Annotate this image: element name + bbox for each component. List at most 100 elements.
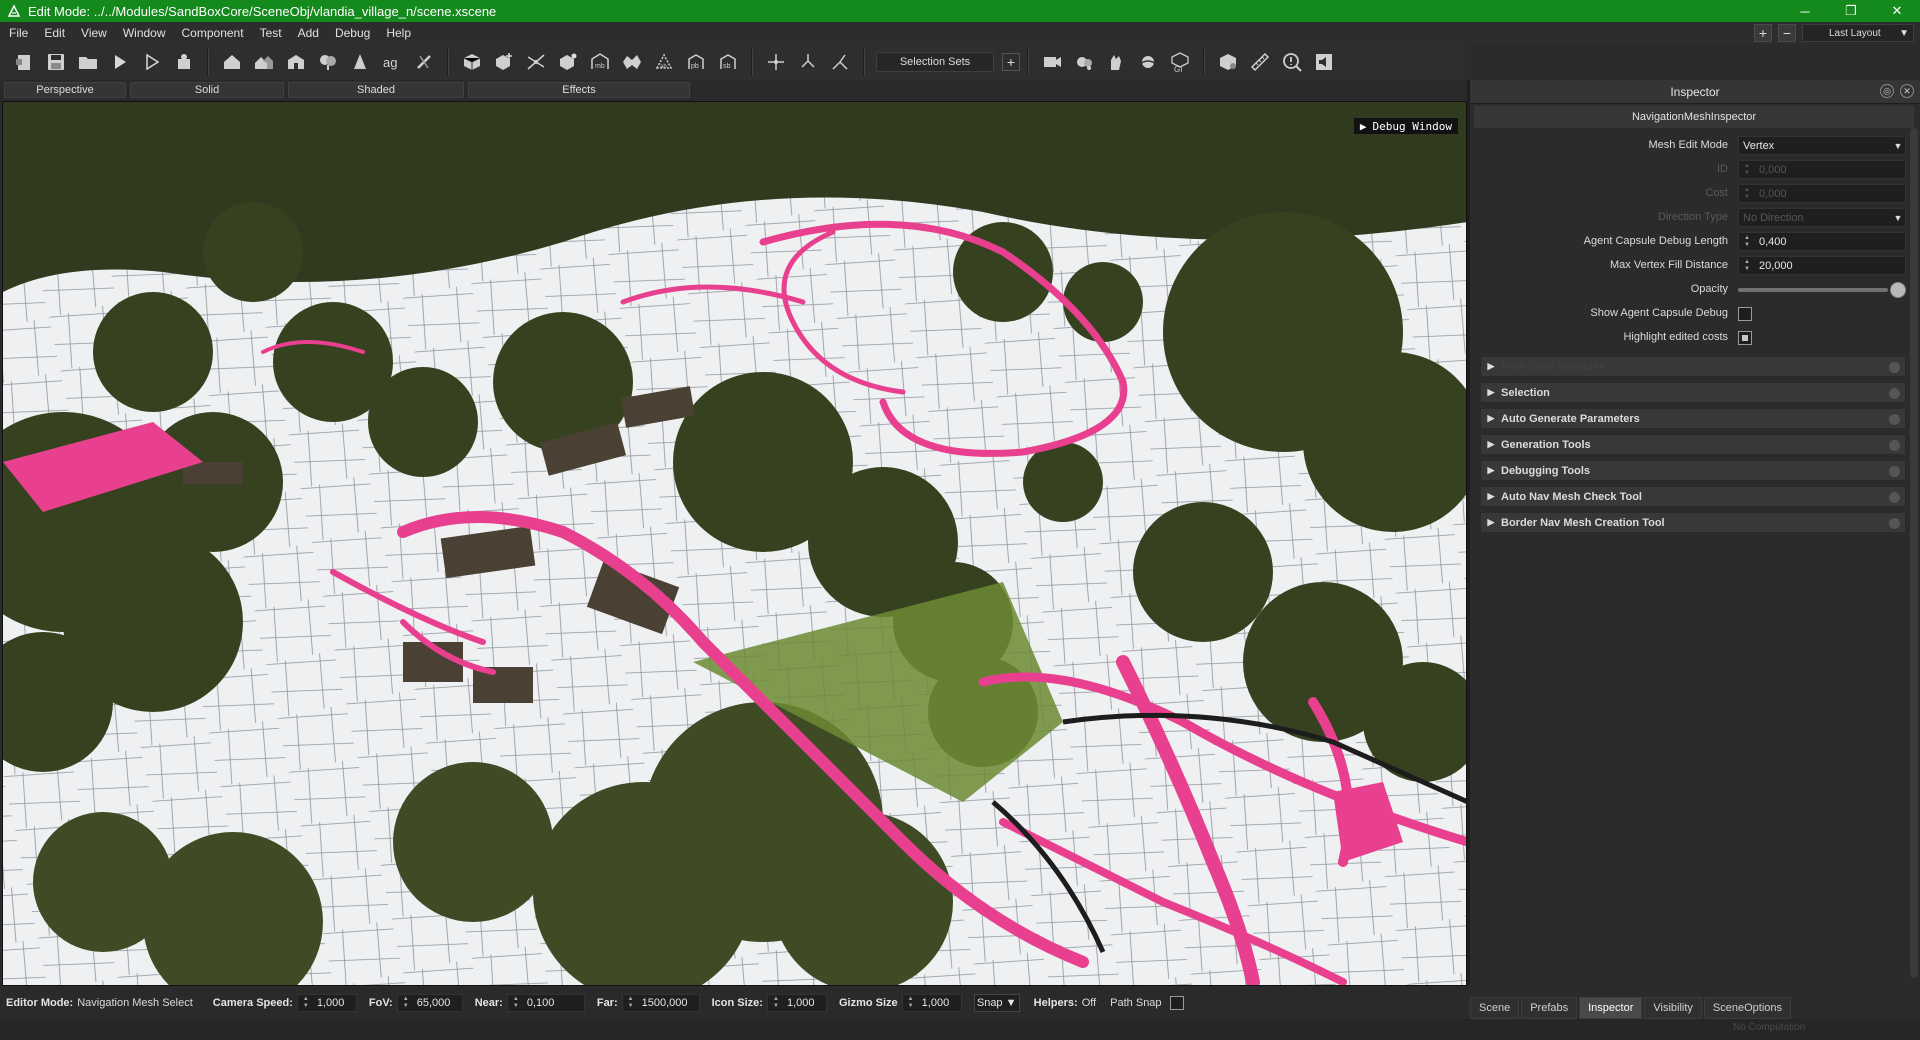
warning-search-icon[interactable] — [1276, 47, 1308, 77]
open-folder-icon[interactable] — [72, 47, 104, 77]
add-selection-set-button[interactable]: + — [1002, 53, 1020, 71]
cube-select-icon[interactable] — [552, 47, 584, 77]
house-group-icon[interactable] — [248, 47, 280, 77]
play-icon[interactable] — [104, 47, 136, 77]
highlight-edited-costs-checkbox[interactable] — [1738, 331, 1752, 345]
spinner-icon[interactable]: ▲ ▼ — [401, 996, 411, 1010]
opacity-slider[interactable] — [1738, 280, 1906, 299]
close-icon[interactable]: ✕ — [1900, 84, 1914, 98]
camera-speed-field[interactable]: ▲ ▼ 1,000 — [296, 994, 357, 1012]
remove-layout-button[interactable]: − — [1778, 24, 1796, 42]
helpers-value[interactable]: Off — [1082, 997, 1096, 1009]
cube-icon[interactable] — [456, 47, 488, 77]
spinner-icon[interactable]: ▲ ▼ — [626, 996, 636, 1010]
selection-sets-button[interactable]: Selection Sets — [876, 52, 994, 72]
terrain-icon[interactable] — [616, 47, 648, 77]
icon-size-field[interactable]: ▲ ▼ 1,000 — [766, 994, 827, 1012]
section-auto-generate-parameters[interactable]: ▶ Auto Generate Parameters — [1480, 408, 1906, 429]
sky-icon[interactable] — [1132, 47, 1164, 77]
rotate-gizmo-icon[interactable] — [792, 47, 824, 77]
menu-window[interactable]: Window — [114, 26, 173, 40]
add-layout-button[interactable]: + — [1754, 24, 1772, 42]
restore-button[interactable]: ❐ — [1828, 0, 1874, 22]
scale-gizmo-icon[interactable] — [824, 47, 856, 77]
weather-icon[interactable] — [1068, 47, 1100, 77]
rock-icon[interactable] — [344, 47, 376, 77]
new-scene-icon[interactable] — [8, 47, 40, 77]
menu-file[interactable]: File — [0, 26, 35, 40]
play-outline-icon[interactable] — [136, 47, 168, 77]
spinner-icon[interactable]: ▲ ▼ — [511, 996, 521, 1010]
spinner-icon[interactable]: ▲ ▼ — [906, 996, 916, 1010]
text-ag-icon[interactable]: ag — [376, 47, 408, 77]
section-border-nav-mesh-creation-tool[interactable]: ▶ Border Nav Mesh Creation Tool — [1480, 512, 1906, 533]
sound-icon[interactable] — [1308, 47, 1340, 77]
edge-tool-icon[interactable] — [520, 47, 552, 77]
minimize-button[interactable]: ─ — [1782, 0, 1828, 22]
mesh-icon[interactable]: mb — [584, 47, 616, 77]
max-vertex-fill-distance-field[interactable]: ▲ ▼ 20,000 — [1738, 256, 1906, 275]
menu-test[interactable]: Test — [251, 26, 289, 40]
section-selection[interactable]: ▶ Selection — [1480, 382, 1906, 403]
tab-shaded[interactable]: Shaded — [288, 82, 464, 98]
slider-handle[interactable] — [1890, 281, 1906, 298]
mesh-edit-mode-select[interactable]: Vertex ▼ — [1738, 136, 1906, 155]
menu-debug[interactable]: Debug — [326, 26, 377, 40]
section-auto-nav-mesh-check-tool[interactable]: ▶ Auto Nav Mesh Check Tool — [1480, 486, 1906, 507]
building-icon[interactable] — [280, 47, 312, 77]
scene-viewport[interactable]: ▶ Debug Window — [2, 101, 1467, 986]
hand-icon[interactable] — [1100, 47, 1132, 77]
package-icon[interactable] — [1212, 47, 1244, 77]
polygon-icon[interactable]: ab — [648, 47, 680, 77]
layout-select[interactable]: Last Layout ▼ — [1802, 24, 1914, 42]
slider-track[interactable] — [1738, 287, 1888, 292]
spinner-icon[interactable]: ▲ ▼ — [301, 996, 311, 1010]
camera-icon[interactable] — [1036, 47, 1068, 77]
tab-effects[interactable]: Effects — [468, 82, 690, 98]
simulate-icon[interactable] — [168, 47, 200, 77]
menu-help[interactable]: Help — [377, 26, 418, 40]
debug-window-toggle[interactable]: ▶ Debug Window — [1353, 118, 1458, 134]
gizmo-size-field[interactable]: ▲ ▼ 1,000 — [901, 994, 962, 1012]
spinner-icon[interactable]: ▲ ▼ — [771, 996, 781, 1010]
tab-prefabs[interactable]: Prefabs — [1521, 997, 1578, 1019]
menu-view[interactable]: View — [72, 26, 114, 40]
house-icon[interactable] — [216, 47, 248, 77]
fov-field[interactable]: ▲ ▼ 65,000 — [396, 994, 463, 1012]
settings-icon[interactable]: ◎ — [1880, 84, 1894, 98]
move-gizmo-icon[interactable] — [760, 47, 792, 77]
save-icon[interactable] — [40, 47, 72, 77]
section-generation-tools[interactable]: ▶ Generation Tools — [1480, 434, 1906, 455]
cube-add-icon[interactable] — [488, 47, 520, 77]
slice-icon[interactable]: sb — [712, 47, 744, 77]
far-field[interactable]: ▲ ▼ 1500,000 — [621, 994, 700, 1012]
agent-capsule-debug-length-field[interactable]: ▲ ▼ 0,400 — [1738, 232, 1906, 251]
tab-scene-options[interactable]: SceneOptions — [1703, 997, 1792, 1019]
tab-scene[interactable]: Scene — [1470, 997, 1520, 1019]
tab-visibility[interactable]: Visibility — [1644, 997, 1702, 1019]
close-window-button[interactable]: ✕ — [1874, 0, 1920, 22]
path-snap-checkbox[interactable] — [1169, 996, 1184, 1010]
tab-perspective[interactable]: Perspective — [4, 82, 126, 98]
section-debugging-tools[interactable]: ▶ Debugging Tools — [1480, 460, 1906, 481]
spinner-icon[interactable]: ▲ ▼ — [1741, 257, 1753, 274]
chevron-right-icon: ▶ — [1487, 465, 1495, 475]
ruler-icon[interactable] — [1244, 47, 1276, 77]
menu-component[interactable]: Component — [173, 26, 251, 40]
section-status-icon — [1889, 388, 1900, 399]
show-agent-capsule-debug-checkbox[interactable] — [1738, 307, 1752, 321]
tab-solid[interactable]: Solid — [130, 82, 284, 98]
patch-icon[interactable]: pb — [680, 47, 712, 77]
menu-edit[interactable]: Edit — [35, 26, 72, 40]
inspector-panel: Inspector ◎ ✕ NavigationMeshInspector Me… — [1470, 80, 1920, 1000]
near-field[interactable]: ▲ ▼ 0,100 — [506, 994, 585, 1012]
snap-dropdown[interactable]: Snap ▼ — [973, 994, 1020, 1012]
spinner-icon[interactable]: ▲ ▼ — [1741, 233, 1753, 250]
menu-add[interactable]: Add — [289, 26, 326, 40]
section-label: Border Nav Mesh Creation Tool — [1501, 516, 1665, 529]
inspector-scrollbar[interactable] — [1910, 128, 1918, 978]
tree-icon[interactable] — [312, 47, 344, 77]
tab-inspector[interactable]: Inspector — [1579, 997, 1643, 1019]
brush-icon[interactable] — [408, 47, 440, 77]
gi-icon[interactable]: GI — [1164, 47, 1196, 77]
